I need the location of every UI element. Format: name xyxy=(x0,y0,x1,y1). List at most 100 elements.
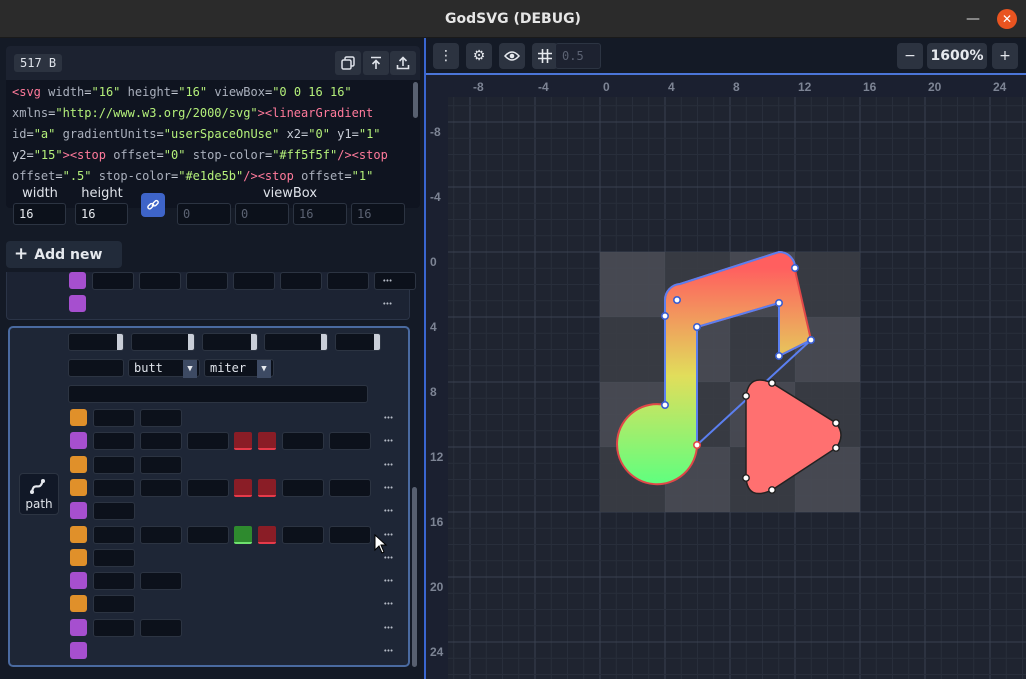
command-letter[interactable] xyxy=(70,502,87,520)
path-vertex-handle[interactable] xyxy=(692,440,701,449)
command-letter[interactable] xyxy=(70,618,87,636)
command-value-field[interactable] xyxy=(186,272,228,290)
path-vertex-handle[interactable] xyxy=(832,419,840,427)
path-tag-block[interactable]: path butt ▼ miter ▼ ••• ••• ••• ••• ••• ••• ••• •••… xyxy=(8,326,410,667)
svg-source-code[interactable]: <svg width="16" height="16" viewBox="0 0… xyxy=(12,82,412,187)
command-value-field[interactable] xyxy=(93,595,135,614)
code-scrollbar[interactable] xyxy=(413,82,418,118)
slider-handle[interactable] xyxy=(251,334,257,350)
viewbox-x-field[interactable]: 0 xyxy=(177,203,231,225)
command-value-field[interactable] xyxy=(329,478,371,497)
command-value-field[interactable] xyxy=(93,409,135,427)
path-vertex-handle[interactable] xyxy=(742,474,750,482)
opacity-field[interactable] xyxy=(68,333,124,351)
path-vertex-handle[interactable] xyxy=(673,295,682,304)
command-value-field[interactable] xyxy=(187,478,229,497)
canvas-area[interactable]: -8 -4 0 4 8 12 16 20 24 -8 -4 0 4 8 12 16 20 24 ⋮ ⚙ 0.5 −… xyxy=(426,38,1026,679)
svg-canvas[interactable]: -8 -4 0 4 8 12 16 20 24 -8 -4 0 4 8 12 16 20 24 xyxy=(426,38,1026,679)
tag-list-scrollbar[interactable] xyxy=(412,487,417,667)
slider-handle[interactable] xyxy=(321,334,327,350)
more-options-icon[interactable]: ••• xyxy=(378,620,398,638)
command-letter[interactable] xyxy=(70,548,87,566)
slider-handle[interactable] xyxy=(374,334,380,350)
command-value-field[interactable] xyxy=(329,432,371,451)
link-icon[interactable] xyxy=(141,193,165,217)
command-value-field[interactable] xyxy=(92,272,134,290)
add-new-tag-button[interactable]: +Add new tag xyxy=(6,241,122,290)
more-options-icon[interactable]: ••• xyxy=(378,596,398,614)
path-vertex-handle[interactable] xyxy=(742,392,750,400)
command-value-field[interactable] xyxy=(282,432,324,451)
command-value-field[interactable] xyxy=(93,502,135,521)
chevron-down-icon[interactable]: ▼ xyxy=(183,360,197,378)
command-value-field[interactable] xyxy=(93,618,135,637)
zoom-out-button[interactable]: − xyxy=(897,43,923,69)
tag-list[interactable]: ••• ••• path butt ▼ miter ▼ ••• ••• ••• ••• ••• ••… xyxy=(6,272,420,679)
path-vertex-handle[interactable] xyxy=(790,264,799,273)
export-icon[interactable] xyxy=(390,51,416,75)
command-value-field[interactable] xyxy=(187,525,229,544)
more-options-icon[interactable]: ••• xyxy=(378,433,398,451)
chevron-down-icon[interactable]: ▼ xyxy=(257,360,271,378)
arc-flag-toggle[interactable] xyxy=(234,478,252,497)
command-value-field[interactable] xyxy=(139,272,181,290)
fill-field[interactable] xyxy=(131,333,195,351)
linejoin-dropdown[interactable]: miter ▼ xyxy=(204,359,274,378)
copy-icon[interactable] xyxy=(335,51,361,75)
zoom-in-button[interactable]: + xyxy=(992,43,1018,69)
arc-flag-toggle[interactable] xyxy=(234,432,252,451)
command-value-field[interactable] xyxy=(140,618,182,637)
slider-handle[interactable] xyxy=(188,334,194,350)
path-data-field[interactable] xyxy=(68,385,368,403)
gear-icon[interactable]: ⚙ xyxy=(466,43,492,69)
command-letter[interactable] xyxy=(70,525,87,543)
viewbox-w-field[interactable]: 16 xyxy=(293,203,347,225)
command-value-field[interactable] xyxy=(282,525,324,544)
command-value-field[interactable] xyxy=(140,455,182,474)
more-icon[interactable]: ⋮ xyxy=(433,43,459,69)
command-letter[interactable] xyxy=(70,455,87,473)
arc-flag-toggle[interactable] xyxy=(258,525,276,544)
more-options-icon[interactable]: ••• xyxy=(377,273,397,291)
command-value-field[interactable] xyxy=(140,478,182,497)
path-vertex-handle[interactable] xyxy=(832,444,840,452)
slider-handle[interactable] xyxy=(117,334,123,350)
viewbox-h-field[interactable]: 16 xyxy=(351,203,405,225)
command-letter[interactable] xyxy=(70,595,87,613)
more-options-icon[interactable]: ••• xyxy=(378,410,398,428)
height-field[interactable]: 16 xyxy=(75,203,128,225)
linecap-dropdown[interactable]: butt ▼ xyxy=(128,359,200,378)
viewbox-y-field[interactable]: 0 xyxy=(235,203,289,225)
fill-opacity-field[interactable] xyxy=(202,333,258,351)
stroke-field[interactable] xyxy=(264,333,328,351)
zoom-level[interactable]: 1600% xyxy=(927,43,987,69)
command-letter[interactable] xyxy=(69,295,86,312)
command-value-field[interactable] xyxy=(140,525,182,544)
command-value-field[interactable] xyxy=(140,572,182,591)
more-options-icon[interactable]: ••• xyxy=(378,480,398,498)
arc-flag-toggle[interactable] xyxy=(258,478,276,497)
code-editor[interactable]: 517 B <svg width="16" height="16" viewBo… xyxy=(6,46,420,208)
path-vertex-handle[interactable] xyxy=(774,351,783,360)
command-value-field[interactable] xyxy=(140,409,182,427)
more-options-icon[interactable]: ••• xyxy=(378,573,398,591)
command-value-field[interactable] xyxy=(280,272,322,290)
more-options-icon[interactable]: ••• xyxy=(377,296,397,314)
path-vertex-handle[interactable] xyxy=(768,486,776,494)
import-icon[interactable] xyxy=(363,51,389,75)
minimize-icon[interactable]: — xyxy=(963,9,983,29)
stroke-opacity-field[interactable] xyxy=(335,333,381,351)
command-value-field[interactable] xyxy=(93,432,135,451)
more-options-icon[interactable]: ••• xyxy=(378,503,398,521)
command-letter[interactable] xyxy=(70,572,87,590)
command-value-field[interactable] xyxy=(93,455,135,474)
path-vertex-handle[interactable] xyxy=(661,311,670,320)
arc-flag-toggle[interactable] xyxy=(258,432,276,451)
path-vertex-handle[interactable] xyxy=(806,335,815,344)
command-value-field[interactable] xyxy=(93,525,135,544)
command-value-field[interactable] xyxy=(93,548,135,567)
command-letter[interactable] xyxy=(70,432,87,450)
more-options-icon[interactable]: ••• xyxy=(378,643,398,661)
command-letter[interactable] xyxy=(70,642,87,659)
path-tag-icon[interactable]: path xyxy=(19,473,59,515)
